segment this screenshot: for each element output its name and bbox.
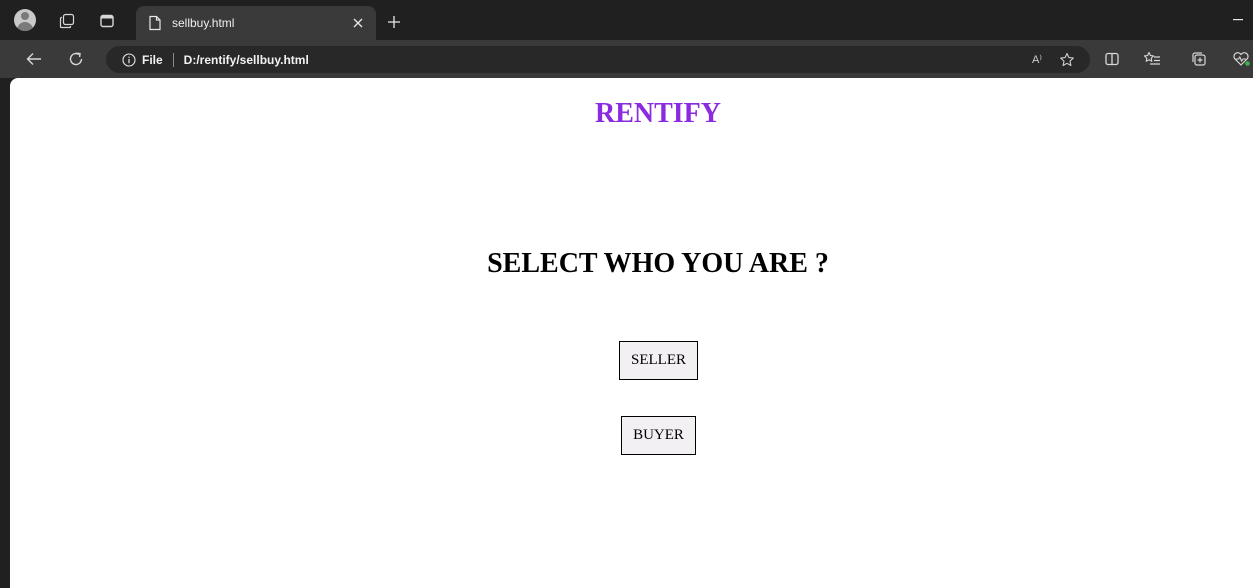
page-viewport: RENTIFY SELECT WHO YOU ARE ? SELLER BUYE… (10, 78, 1253, 588)
minimize-icon[interactable] (1231, 12, 1245, 28)
buyer-button[interactable]: BUYER (621, 416, 696, 455)
star-icon[interactable] (1052, 48, 1082, 72)
site-brand-title: RENTIFY (594, 98, 721, 129)
back-arrow-icon[interactable] (20, 45, 48, 73)
browser-window: sellbuy.html File D:/rentify/sellbuy.htm… (0, 0, 1253, 588)
profile-avatar-icon[interactable] (14, 9, 36, 31)
info-icon[interactable] (122, 52, 136, 67)
split-screen-icon[interactable] (1099, 46, 1125, 72)
collections-icon[interactable] (1186, 46, 1212, 72)
address-toolbar: File D:/rentify/sellbuy.html A⁾ (0, 40, 1253, 78)
tab-title: sellbuy.html (172, 16, 235, 30)
page-icon (148, 15, 162, 31)
select-role-heading: SELECT WHO YOU ARE ? (487, 248, 829, 279)
plus-icon[interactable] (380, 8, 408, 36)
tab-strip: sellbuy.html (0, 0, 1253, 40)
workspaces-icon[interactable] (52, 7, 82, 35)
address-bar[interactable]: File D:/rentify/sellbuy.html A⁾ (106, 46, 1090, 73)
site-info-label[interactable]: File (142, 53, 163, 67)
url-text[interactable]: D:/rentify/sellbuy.html (184, 53, 309, 67)
heart-pulse-icon[interactable] (1228, 46, 1253, 72)
read-aloud-icon[interactable]: A⁾ (1022, 48, 1052, 72)
seller-button[interactable]: SELLER (619, 341, 698, 380)
address-divider (172, 52, 174, 67)
tab-actions-icon[interactable] (92, 7, 122, 35)
tab-sellbuy[interactable]: sellbuy.html (136, 6, 376, 40)
close-icon[interactable] (350, 15, 366, 31)
refresh-icon[interactable] (62, 45, 90, 73)
address-bar-actions: A⁾ (1022, 46, 1082, 73)
favorites-list-icon[interactable] (1139, 46, 1165, 72)
